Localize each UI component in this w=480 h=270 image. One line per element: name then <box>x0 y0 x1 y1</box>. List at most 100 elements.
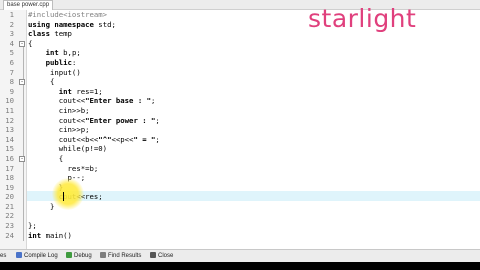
code-token: ; <box>155 134 160 144</box>
code-line[interactable]: 10 cout<<"Enter base : "; <box>0 96 480 106</box>
code-text: }; <box>28 221 37 231</box>
code-line[interactable]: 22 <box>0 211 480 221</box>
code-text: int res=1; <box>28 87 103 97</box>
line-number: 24 <box>5 230 14 240</box>
line-number: 14 <box>5 134 14 144</box>
line-number: 10 <box>5 96 14 106</box>
line-number: 16 <box>5 153 14 163</box>
code-token: { <box>28 153 64 163</box>
debug-icon <box>66 252 72 258</box>
line-number: 3 <box>9 29 14 39</box>
code-token: input() <box>28 67 81 77</box>
close-icon <box>150 252 156 258</box>
compile-log-icon <box>16 252 22 258</box>
line-number: 7 <box>9 67 14 77</box>
code-token: { <box>28 38 33 48</box>
code-token: cin>>b; <box>28 105 90 115</box>
code-token: ; <box>155 115 160 125</box>
panel-tab-label: Debug <box>74 253 92 259</box>
code-line[interactable]: 4-{ <box>0 39 480 49</box>
line-number: 17 <box>5 163 14 173</box>
code-token: " = " <box>133 134 156 144</box>
code-token: res*=b; <box>28 163 99 173</box>
code-line[interactable]: 8- { <box>0 77 480 87</box>
code-token: public <box>45 57 72 67</box>
code-line[interactable]: 5 int b,p; <box>0 48 480 58</box>
code-line[interactable]: 9 int res=1; <box>0 87 480 97</box>
line-number: 4 <box>9 38 14 48</box>
line-number: 2 <box>9 19 14 29</box>
mouse-cursor-highlight <box>52 178 84 210</box>
code-text: input() <box>28 68 81 78</box>
code-token: int <box>58 86 77 96</box>
code-line[interactable]: 6 public: <box>0 58 480 68</box>
line-number: 9 <box>9 86 14 96</box>
code-text: { <box>28 154 63 164</box>
code-line[interactable]: 13 cin>>p; <box>0 125 480 135</box>
code-line[interactable]: 7 input() <box>0 68 480 78</box>
panel-tab-debug[interactable]: Debug <box>66 252 92 261</box>
code-line[interactable]: 15 while(p!=0) <box>0 144 480 154</box>
line-number: 20 <box>5 192 14 202</box>
code-token: cout<<b<< <box>28 134 99 144</box>
code-text: cin>>b; <box>28 106 90 116</box>
fold-toggle-icon[interactable]: - <box>19 78 25 85</box>
panel-tab-label: Compile Log <box>24 253 58 259</box>
code-token: res=1; <box>76 86 103 96</box>
panel-tab-label: es <box>0 253 7 259</box>
code-text: int main() <box>28 231 72 241</box>
code-token: b,p; <box>63 48 81 58</box>
line-number: 18 <box>5 173 14 183</box>
code-line[interactable]: 14 cout<<b<<"^"<<p<<" = "; <box>0 135 480 145</box>
code-line[interactable]: 11 cin>>b; <box>0 106 480 116</box>
code-token: }; <box>28 221 37 231</box>
code-line[interactable]: 12 cout<<"Enter power : "; <box>0 116 480 126</box>
code-token: while(p!=0) <box>28 144 108 154</box>
panel-tab-close[interactable]: Close <box>150 252 173 261</box>
panel-tab-find-results[interactable]: Find Results <box>100 252 141 261</box>
code-token: <<p<< <box>111 134 134 144</box>
code-token: "^" <box>98 134 112 144</box>
code-text: public: <box>28 57 77 68</box>
line-number: 8 <box>9 77 14 87</box>
code-token: class <box>28 29 55 39</box>
code-text: int b,p; <box>28 48 81 58</box>
code-token: int <box>45 48 64 58</box>
bottom-black-bar <box>0 262 480 270</box>
line-number: 6 <box>9 57 14 67</box>
code-text: using namespace std; <box>28 20 116 30</box>
code-token: } <box>28 201 55 211</box>
code-token: cout<< <box>28 115 86 125</box>
code-line[interactable]: 23}; <box>0 221 480 231</box>
file-tab[interactable]: base power.cpp <box>3 0 54 10</box>
code-token: int <box>28 230 46 240</box>
code-token: : <box>71 57 77 67</box>
line-number: 15 <box>5 144 14 154</box>
fold-toggle-icon[interactable]: - <box>19 155 25 162</box>
line-number: 21 <box>5 201 14 211</box>
line-number: 19 <box>5 182 14 192</box>
code-token: ; <box>151 96 156 106</box>
line-number: 1 <box>9 10 14 19</box>
code-text: cout<<"Enter power : "; <box>28 116 160 126</box>
line-number: 13 <box>5 125 14 135</box>
text-caret <box>63 192 64 201</box>
code-token: #include<iostream> <box>28 10 108 19</box>
line-number: 5 <box>9 48 14 58</box>
line-number: 22 <box>5 211 14 221</box>
code-line[interactable]: 16- { <box>0 154 480 164</box>
panel-tab-label: Close <box>158 253 174 259</box>
panel-tab-compile-log[interactable]: Compile Log <box>16 252 58 261</box>
code-token: "Enter power : " <box>85 115 156 125</box>
panel-tab-es[interactable]: es <box>0 252 6 261</box>
code-text: class temp <box>28 29 72 39</box>
code-line[interactable]: 17 res*=b; <box>0 164 480 174</box>
code-token: std; <box>98 19 116 29</box>
code-text: } <box>28 202 54 212</box>
code-line[interactable]: 24 int main() <box>0 231 480 241</box>
code-text: { <box>28 39 32 49</box>
code-editor[interactable]: 1 #include<iostream> 2 using namespace std;… <box>0 10 480 250</box>
fold-toggle-icon[interactable]: - <box>19 40 25 47</box>
